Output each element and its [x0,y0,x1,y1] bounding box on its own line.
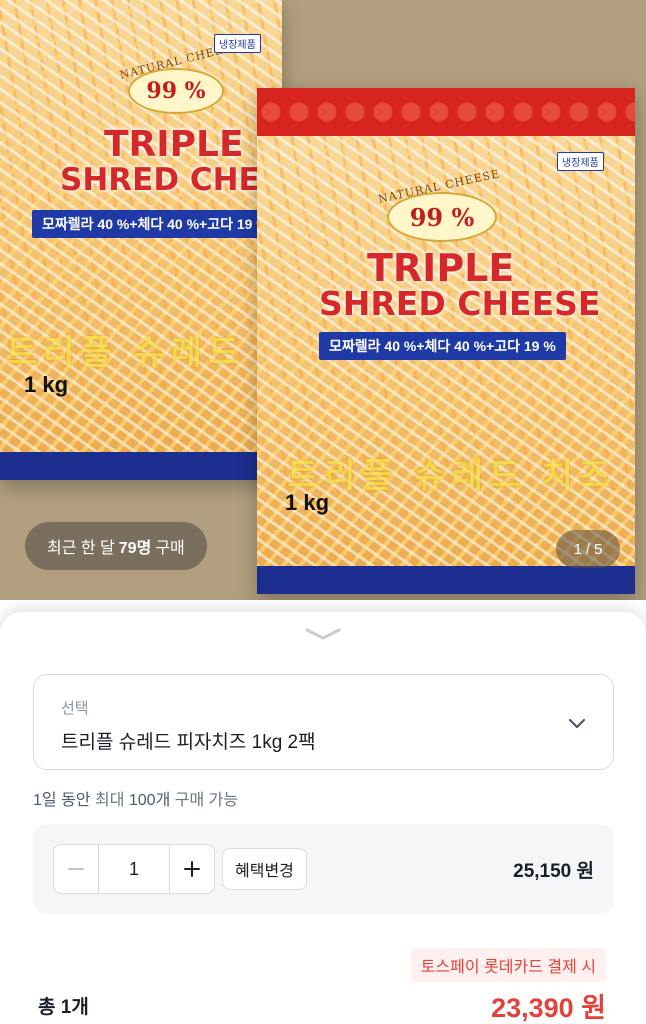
page-total: 5 [594,540,603,558]
recent-purchases-badge: 최근 한 달 79명 구매 [25,522,207,570]
option-select-caption: 선택 [61,700,89,717]
bag-ratio-label: 모짜렐라 40 %+체다 40 %+고다 19 % [32,210,279,238]
change-benefit-button[interactable]: 혜택변경 [222,848,307,890]
bag-title-line2: SHRED CHEESE [319,284,601,323]
payment-promo-badge: 토스페이 롯데카드 결제 시 [410,948,606,982]
decrease-quantity-button[interactable] [54,845,98,893]
limit-count: 100개 [128,792,171,809]
recent-purchases-count: 79명 [118,540,152,557]
chevron-down-icon [568,718,586,729]
frozen-tag: 냉장제품 [214,34,261,53]
total-price: 23,390 원 [491,993,606,1023]
option-select-dropdown[interactable]: 선택 트리플 슈레드 피자치즈 1kg 2팩 [33,674,614,770]
product-photo-bag-back: NATURAL CHEESE 99 % 냉장제품 TRIPLE SHRED CH… [0,0,282,480]
limit-max-label: 최대 [94,792,125,809]
bag-title-line2: SHRED CHEESE [60,162,282,198]
limit-suffix: 구매 가능 [174,792,239,809]
purchase-bottom-sheet: 선택 트리플 슈레드 피자치즈 1kg 2팩 1일 동안 최대 100개 구매 … [0,612,646,1024]
increase-quantity-button[interactable] [170,845,214,893]
seal-badge: 99 % [128,68,224,114]
bag-korean-name: 트리플 슈레드 치즈 [287,457,617,495]
bag-weight: 1 kg [285,490,330,515]
seal-badge: 99 % [387,192,497,242]
plus-icon [184,861,200,877]
image-page-indicator: 1 / 5 [556,530,620,568]
page-separator: / [585,540,591,558]
sheet-collapse-chevron-icon[interactable] [303,626,343,642]
bag-weight: 1 kg [24,372,69,397]
quantity-value[interactable]: 1 [98,845,170,893]
product-photo-bag-front: NATURAL CHEESE 99 % 냉장제품 TRIPLE SHRED CH… [257,88,635,594]
recent-purchases-prefix: 최근 한 달 [47,540,115,557]
bag-korean-name: 트리플 슈레드 치즈 [6,334,282,372]
quantity-stepper: 1 [53,844,215,894]
page-current: 1 [573,540,582,558]
product-image-carousel[interactable]: NATURAL CHEESE 99 % 냉장제품 TRIPLE SHRED CH… [0,0,646,600]
option-price: 25,150 원 [513,861,594,882]
recent-purchases-suffix: 구매 [155,540,185,557]
option-select-value: 트리플 슈레드 피자치즈 1kg 2팩 [61,732,316,753]
bag-title-line1: TRIPLE [104,124,244,165]
bag-ratio-label: 모짜렐라 40 %+체다 40 %+고다 19 % [319,332,566,360]
purchase-limit-text: 1일 동안 최대 100개 구매 가능 [33,786,238,810]
limit-period: 1일 동안 [33,792,91,809]
total-quantity-label: 총 1개 [38,997,89,1018]
selected-option-card: 1 혜택변경 25,150 원 [33,824,614,914]
minus-icon [68,868,84,870]
frozen-tag: 냉장제품 [557,152,604,171]
